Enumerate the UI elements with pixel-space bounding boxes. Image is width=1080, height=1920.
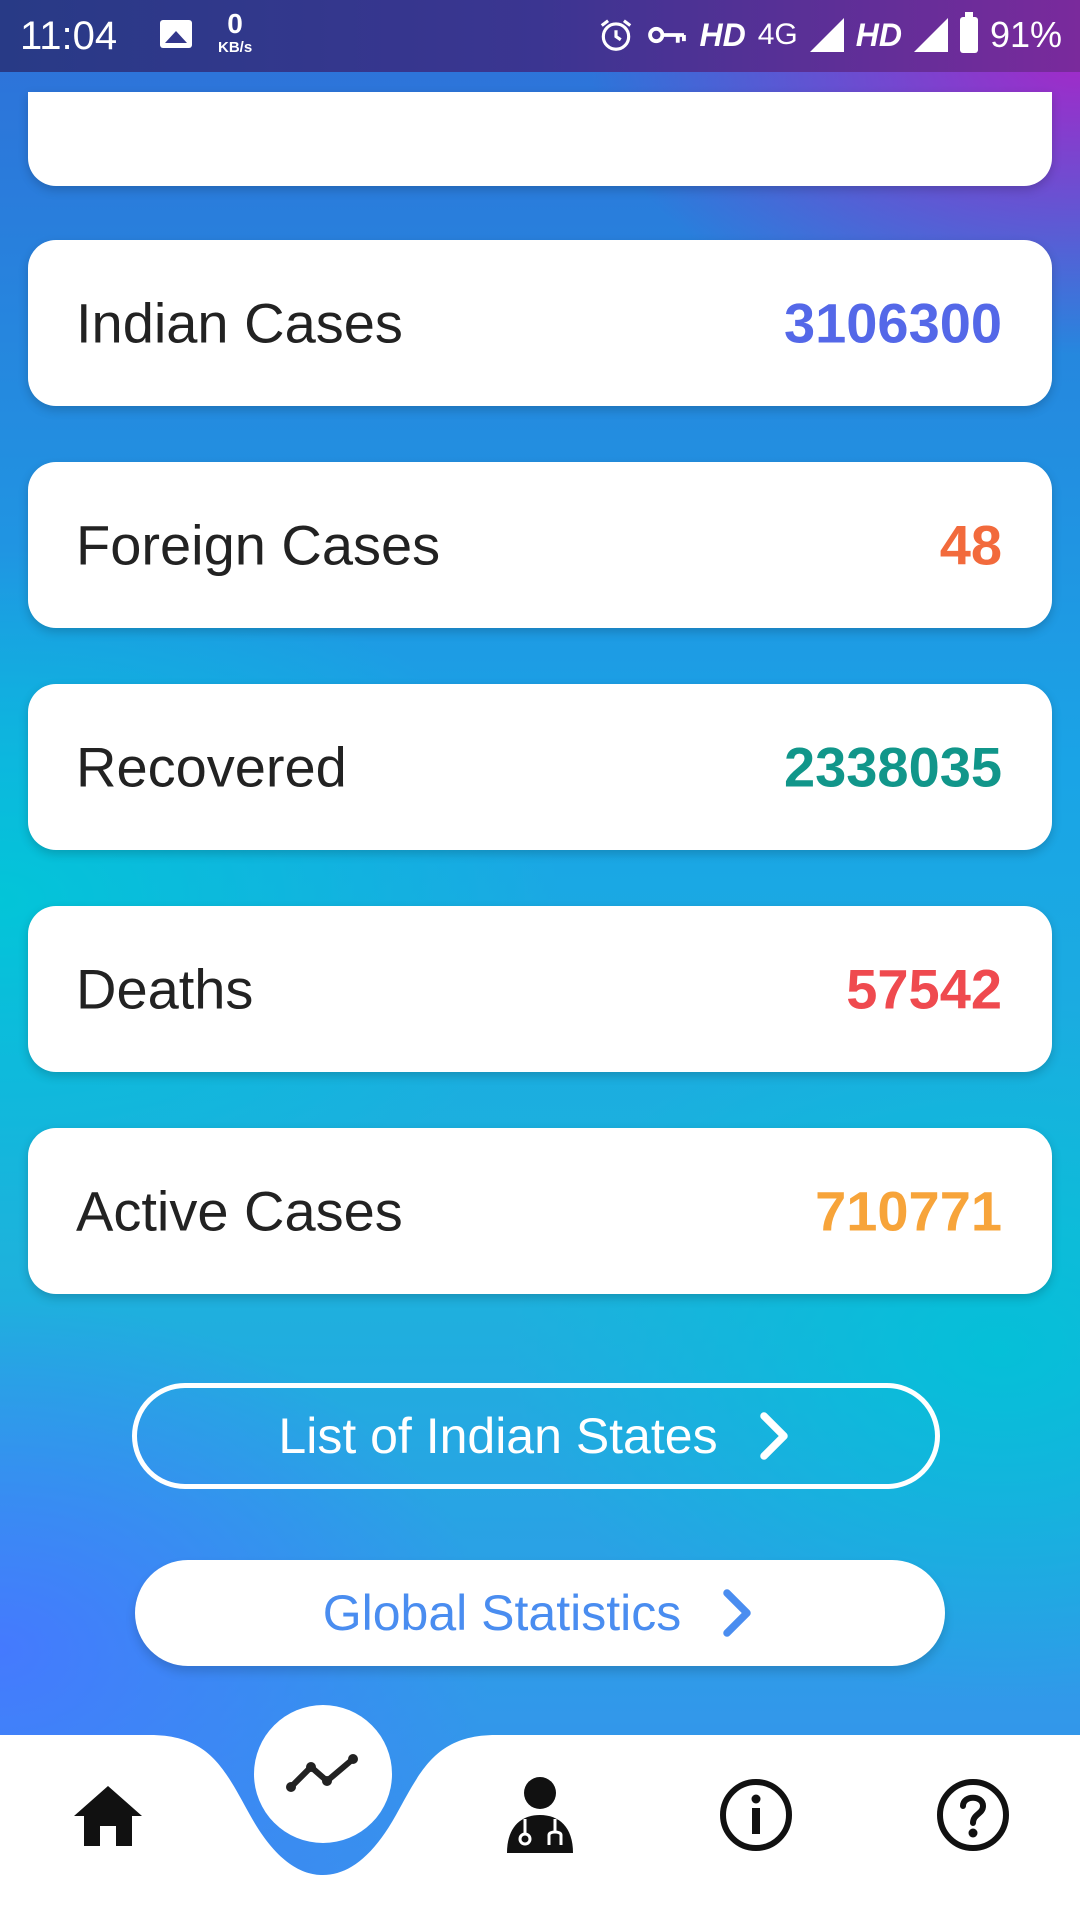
nav-item-statistics[interactable] <box>254 1705 392 1843</box>
trend-chart-icon <box>286 1754 358 1792</box>
stat-label: Active Cases <box>76 1179 403 1243</box>
stat-value: 48 <box>939 513 1002 577</box>
stat-label: Indian Cases <box>76 291 403 355</box>
stat-value: 57542 <box>846 957 1002 1021</box>
hd-indicator-1: HD <box>699 16 746 53</box>
info-icon <box>720 1779 792 1851</box>
list-of-indian-states-button[interactable]: List of Indian States <box>132 1383 940 1489</box>
status-time: 11:04 <box>20 14 118 58</box>
gallery-notification-icon <box>160 20 192 48</box>
stat-card-recovered[interactable]: Recovered 2338035 <box>28 684 1052 850</box>
network-speed: 0 KB/s <box>218 8 253 56</box>
vpn-key-icon <box>648 26 687 44</box>
nav-item-info[interactable] <box>716 1775 796 1855</box>
home-icon <box>74 1786 142 1846</box>
status-icons: HD 4G HD 91% <box>597 12 1062 56</box>
battery-icon <box>959 12 978 53</box>
global-statistics-button[interactable]: Global Statistics <box>135 1560 945 1666</box>
chevron-right-icon <box>759 1412 788 1460</box>
nav-item-doctor[interactable] <box>500 1775 580 1855</box>
chevron-right-icon <box>723 1589 751 1637</box>
stat-value: 710771 <box>815 1179 1002 1243</box>
button-label: Global Statistics <box>322 1585 682 1641</box>
stat-card-foreign-cases[interactable]: Foreign Cases 48 <box>28 462 1052 628</box>
status-bar: 11:04 0 KB/s HD 4G HD 91% <box>0 0 1080 72</box>
signal-no-service-icon <box>913 18 948 52</box>
network-type: 4G <box>757 18 798 51</box>
alarm-icon <box>601 19 632 51</box>
scrolled-card <box>28 92 1052 186</box>
help-icon <box>937 1779 1009 1851</box>
speed-value: 0 <box>227 8 243 39</box>
stat-card-deaths[interactable]: Deaths 57542 <box>28 906 1052 1072</box>
stat-value: 2338035 <box>783 735 1002 799</box>
stat-label: Foreign Cases <box>76 513 441 577</box>
nav-item-home[interactable] <box>68 1775 148 1855</box>
stat-label: Deaths <box>76 957 254 1021</box>
nav-item-help[interactable] <box>933 1775 1013 1855</box>
doctor-icon <box>507 1777 573 1853</box>
stat-value: 3106300 <box>783 291 1002 355</box>
battery-percent: 91% <box>989 14 1062 55</box>
hd-indicator-2: HD <box>855 16 902 53</box>
button-label: List of Indian States <box>278 1408 718 1464</box>
stat-card-active-cases[interactable]: Active Cases 710771 <box>28 1128 1052 1294</box>
stat-card-indian-cases[interactable]: Indian Cases 3106300 <box>28 240 1052 406</box>
speed-unit: KB/s <box>218 39 253 56</box>
signal-icon <box>809 18 844 52</box>
stat-label: Recovered <box>76 735 347 799</box>
